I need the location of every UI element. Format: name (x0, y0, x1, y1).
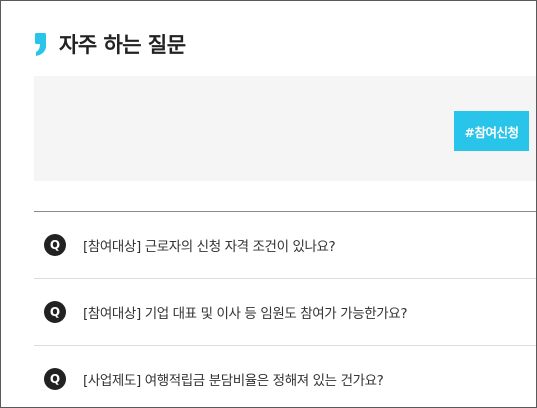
faq-question[interactable]: [참여대상] 근로자의 신청 자격 조건이 있나요? (83, 235, 336, 255)
faq-item[interactable]: Q [참여대상] 근로자의 신청 자격 조건이 있나요? (34, 212, 536, 279)
tag-participation-button[interactable]: #참여신청 (454, 111, 529, 151)
page-title: 자주 하는 질문 (59, 33, 186, 57)
faq-question[interactable]: [사업제도] 여행적립금 분담비율은 정해져 있는 건가요? (83, 369, 384, 389)
faq-list: Q [참여대상] 근로자의 신청 자격 조건이 있나요? Q [참여대상] 기업… (34, 211, 536, 407)
faq-item[interactable]: Q [참여대상] 기업 대표 및 이사 등 임원도 참여가 가능한가요? (34, 279, 536, 346)
page-header: 자주 하는 질문 (34, 29, 186, 59)
question-badge-icon: Q (44, 368, 66, 390)
faq-page: 자주 하는 질문 #참여신청 Q [참여대상] 근로자의 신청 자격 조건이 있… (0, 0, 537, 408)
faq-item[interactable]: Q [사업제도] 여행적립금 분담비율은 정해져 있는 건가요? (34, 346, 536, 407)
question-badge-icon: Q (44, 234, 66, 256)
tag-panel: #참여신청 (34, 76, 536, 181)
quote-mark-icon (35, 33, 46, 56)
faq-question[interactable]: [참여대상] 기업 대표 및 이사 등 임원도 참여가 가능한가요? (83, 302, 407, 322)
question-badge-icon: Q (44, 301, 66, 323)
